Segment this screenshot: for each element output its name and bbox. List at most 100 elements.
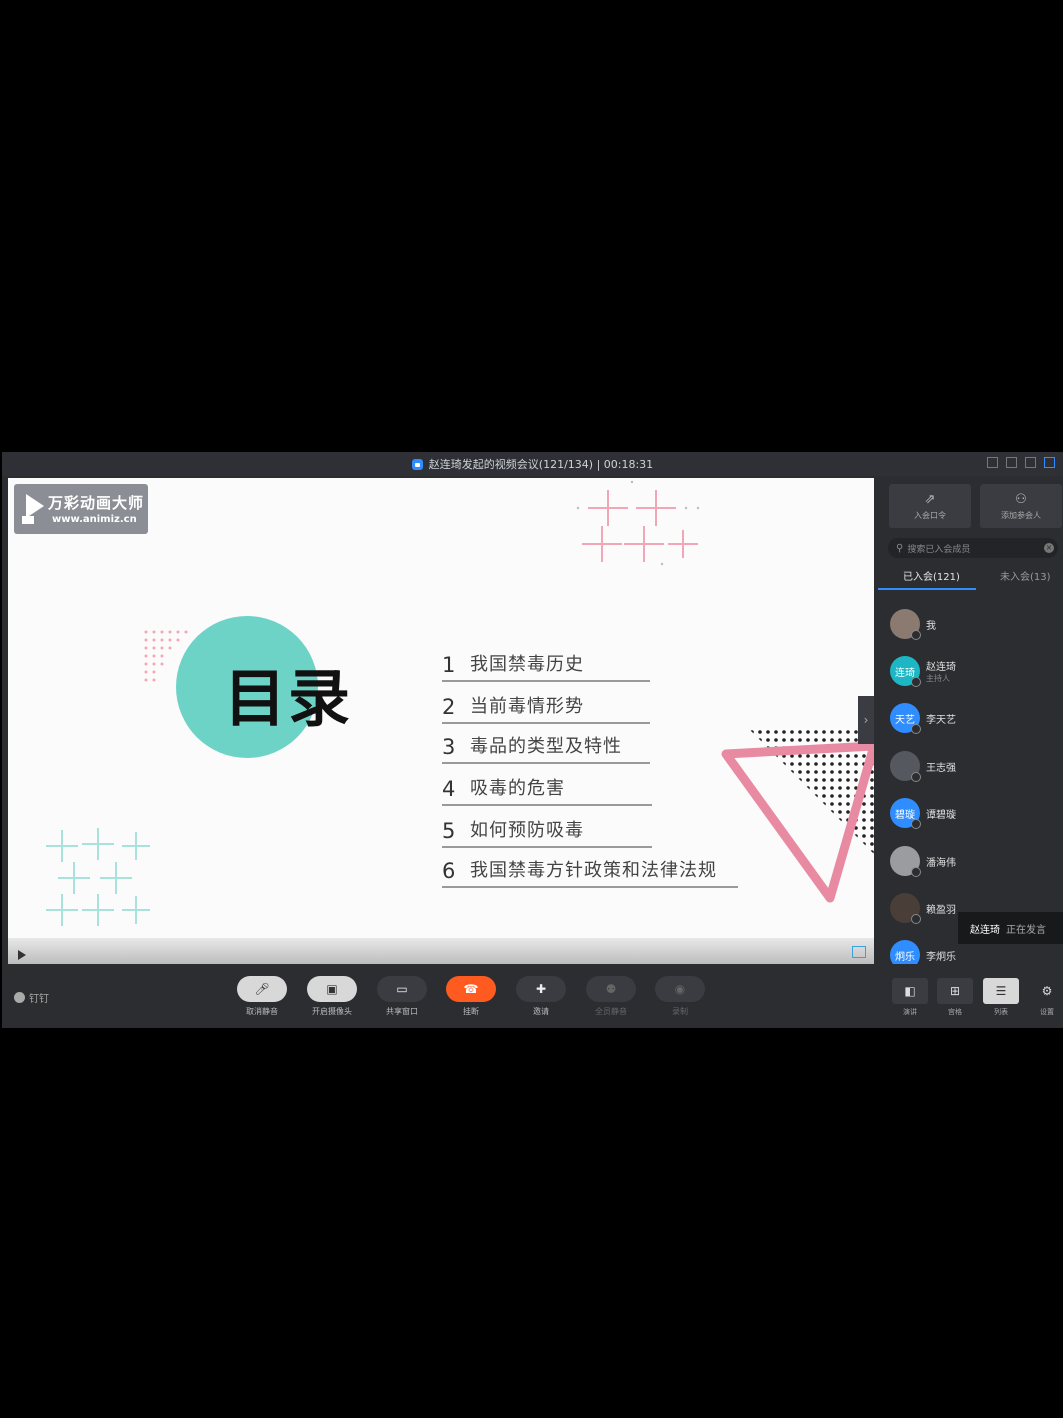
toc-title: 目录: [224, 662, 353, 735]
view-grid-button[interactable]: ⊞ 宫格: [935, 978, 975, 1017]
decorative-triangle: [721, 728, 874, 903]
shared-slide: 万彩动画大师 www.animiz.cn 目录 1 我国禁毒历史 2 当前毒情形…: [8, 478, 874, 964]
button-label: 列表: [994, 1008, 1008, 1016]
search-icon: ⚲: [896, 542, 904, 554]
member-row[interactable]: 我: [890, 608, 936, 640]
button-label: 宫格: [948, 1008, 962, 1016]
decorative-crosses-bottom: [46, 828, 150, 926]
meeting-window: 赵连琦发起的视频会议(121/134) | 00:18:31 万彩动画大师 ww…: [2, 452, 1063, 1028]
fullscreen-icon[interactable]: [1006, 457, 1017, 468]
mute-all-button[interactable]: ⚉ 全员静音: [581, 976, 641, 1017]
mic-icon: [911, 914, 921, 924]
watermark-logo: 万彩动画大师 www.animiz.cn: [14, 484, 148, 534]
speaker-name: 赵连琦: [970, 924, 1000, 936]
share-screen-icon: ▭: [377, 976, 427, 1002]
mic-icon: [911, 630, 921, 640]
hangup-button[interactable]: ☎︎ 挂断: [441, 976, 501, 1017]
tab-indicator: [878, 588, 976, 590]
camera-button[interactable]: ▣ 开启摄像头: [302, 976, 362, 1017]
toc-item-number: 1: [442, 653, 456, 677]
mute-all-icon: ⚉: [586, 976, 636, 1002]
member-name: 赖盈羽: [926, 904, 956, 916]
collapse-panel-button[interactable]: ›: [858, 696, 874, 744]
gear-icon: ⚙: [1041, 984, 1053, 998]
button-label: 全员静音: [595, 1007, 627, 1016]
member-row[interactable]: 赖盈羽: [890, 892, 956, 924]
toc-item-label: 如何预防吸毒: [470, 820, 584, 841]
mic-icon: [911, 819, 921, 829]
member-row[interactable]: 潘海伟: [890, 845, 956, 877]
record-icon: ◉: [655, 976, 705, 1002]
button-label: 添加参会人: [1001, 510, 1041, 520]
member-role: 主持人: [926, 674, 950, 683]
toc-item-label: 我国禁毒方针政策和法律法规: [470, 860, 717, 881]
unmute-button[interactable]: 🎤︎ 取消静音: [232, 976, 292, 1017]
button-label: 设置: [1040, 1008, 1054, 1016]
mic-icon: 🎤︎: [237, 976, 287, 1002]
invite-button[interactable]: ✚ 邀请: [511, 976, 571, 1017]
button-label: 录制: [672, 1007, 688, 1016]
share-window-button[interactable]: ▭ 共享窗口: [372, 976, 432, 1017]
add-participant-button[interactable]: ⚇ 添加参会人: [980, 484, 1062, 528]
fullscreen-icon[interactable]: [852, 946, 866, 958]
maximize-icon[interactable]: [1044, 457, 1055, 468]
button-label: 共享窗口: [386, 1007, 418, 1016]
avatar-text: 碧璇: [895, 809, 915, 821]
avatar-text: 炯乐: [895, 951, 915, 963]
window-controls: [987, 457, 1055, 468]
toc-item-label: 我国禁毒历史: [470, 654, 584, 675]
record-button[interactable]: ◉ 录制: [650, 976, 710, 1017]
view-list-button[interactable]: ☰ 列表: [981, 978, 1021, 1017]
avatar: 炯乐: [890, 940, 920, 964]
member-row[interactable]: 连琦 赵连琦 主持人: [890, 655, 956, 687]
participant-panel: ⇗ 入会口令 ⚇ 添加参会人 ⚲ 搜索已入会成员 × 已入会(121) 未入会(…: [878, 478, 1063, 964]
member-row[interactable]: 碧璇 谭碧璇: [890, 797, 956, 829]
tab-not-joined[interactable]: 未入会(13): [1000, 568, 1051, 583]
logo-play-icon: [22, 494, 44, 524]
lock-icon: [411, 458, 423, 470]
button-label: 邀请: [533, 1007, 549, 1016]
logo-name: 万彩动画大师: [48, 494, 145, 512]
member-row[interactable]: 炯乐 李炯乐: [890, 939, 956, 964]
avatar-text: 连琦: [895, 667, 915, 679]
tab-joined[interactable]: 已入会(121): [903, 568, 960, 583]
toc-item-number: 2: [442, 695, 456, 719]
title-bar: 赵连琦发起的视频会议(121/134) | 00:18:31: [2, 452, 1063, 476]
clear-icon[interactable]: ×: [1044, 543, 1054, 553]
member-name: 潘海伟: [926, 857, 956, 869]
minimize-icon[interactable]: [1025, 457, 1036, 468]
member-name: 谭碧璇: [926, 809, 956, 821]
toc-item-label: 毒品的类型及特性: [470, 736, 622, 757]
toc-item: 2 当前毒情形势: [442, 692, 650, 724]
speaker-status: 正在发言: [1006, 924, 1046, 936]
speaker-view-icon: ◧: [892, 978, 928, 1004]
toc-item-number: 6: [442, 859, 456, 883]
button-label: 取消静音: [246, 1007, 278, 1016]
toc-item: 4 吸毒的危害: [442, 774, 652, 806]
member-row[interactable]: 王志强: [890, 750, 956, 782]
member-name: 赵连琦: [926, 662, 956, 673]
view-speaker-button[interactable]: ◧ 演讲: [890, 978, 930, 1017]
share-icon: ⇗: [924, 491, 936, 507]
button-label: 入会口令: [914, 510, 946, 520]
toc-item-number: 5: [442, 819, 456, 843]
meeting-code-button[interactable]: ⇗ 入会口令: [889, 484, 971, 528]
settings-button[interactable]: ⚙ 设置: [1029, 978, 1063, 1017]
avatar: 天艺: [890, 703, 921, 734]
toc-item: 5 如何预防吸毒: [442, 816, 652, 848]
hangup-icon: ☎︎: [446, 976, 496, 1002]
avatar: 碧璇: [890, 798, 921, 829]
app-label: 钉钉: [29, 994, 49, 1005]
mic-icon: [911, 867, 921, 877]
speaking-indicator: 赵连琦 正在发言: [958, 912, 1063, 944]
member-search-input[interactable]: ⚲ 搜索已入会成员 ×: [888, 538, 1058, 558]
button-label: 挂断: [463, 1007, 479, 1016]
invite-icon: ✚: [516, 976, 566, 1002]
add-user-icon: ⚇: [1015, 491, 1027, 507]
logo-url: www.animiz.cn: [52, 514, 137, 525]
play-icon[interactable]: [18, 950, 26, 960]
grid-view-icon: ⊞: [937, 978, 973, 1004]
popout-icon[interactable]: [987, 457, 998, 468]
mic-icon: [911, 677, 921, 687]
member-row[interactable]: 天艺 李天艺: [890, 702, 956, 734]
